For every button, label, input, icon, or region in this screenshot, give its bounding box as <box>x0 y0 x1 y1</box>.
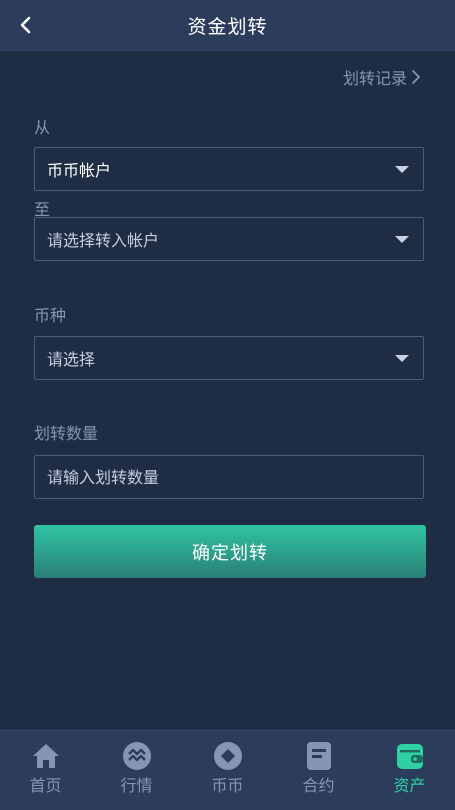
tab-label: 合约 <box>302 776 335 795</box>
chevron-right-icon <box>412 70 420 84</box>
transfer-records-label: 划转记录 <box>342 69 407 88</box>
tab-label: 资产 <box>393 776 426 795</box>
from-label: 从 <box>34 118 51 137</box>
confirm-transfer-button[interactable]: 确定划转 <box>34 525 426 578</box>
top-bar: 资金划转 <box>0 0 455 51</box>
amount-input[interactable] <box>34 455 424 499</box>
chevron-left-icon <box>20 16 31 34</box>
tab-coin[interactable]: 币币 <box>182 731 273 810</box>
tab-contract[interactable]: 合约 <box>273 731 364 810</box>
tab-label: 币币 <box>211 776 244 795</box>
bottom-tab-bar: 首页 行情 币币 合约 资产 <box>0 730 455 810</box>
from-account-value: 币币帐户 <box>47 161 112 180</box>
contract-icon <box>304 741 334 771</box>
to-account-placeholder: 请选择转入帐户 <box>47 231 160 250</box>
from-account-select[interactable]: 币币帐户 <box>34 147 424 191</box>
currency-select[interactable]: 请选择 <box>34 336 424 380</box>
wallet-icon <box>395 741 425 771</box>
currency-label: 币种 <box>34 306 67 325</box>
tab-home[interactable]: 首页 <box>0 731 91 810</box>
tab-assets[interactable]: 资产 <box>364 731 455 810</box>
tab-label: 行情 <box>120 776 153 795</box>
market-icon <box>122 741 152 771</box>
currency-placeholder: 请选择 <box>47 350 96 369</box>
tab-market[interactable]: 行情 <box>91 731 182 810</box>
coin-icon <box>213 741 243 771</box>
home-icon <box>31 741 61 771</box>
caret-down-icon <box>395 236 409 243</box>
to-account-select[interactable]: 请选择转入帐户 <box>34 217 424 261</box>
caret-down-icon <box>395 166 409 173</box>
transfer-records-link[interactable]: 划转记录 <box>343 65 421 89</box>
caret-down-icon <box>395 355 409 362</box>
amount-label: 划转数量 <box>34 424 99 443</box>
tab-label: 首页 <box>29 776 62 795</box>
back-button[interactable] <box>14 13 38 37</box>
page-title: 资金划转 <box>187 15 268 38</box>
